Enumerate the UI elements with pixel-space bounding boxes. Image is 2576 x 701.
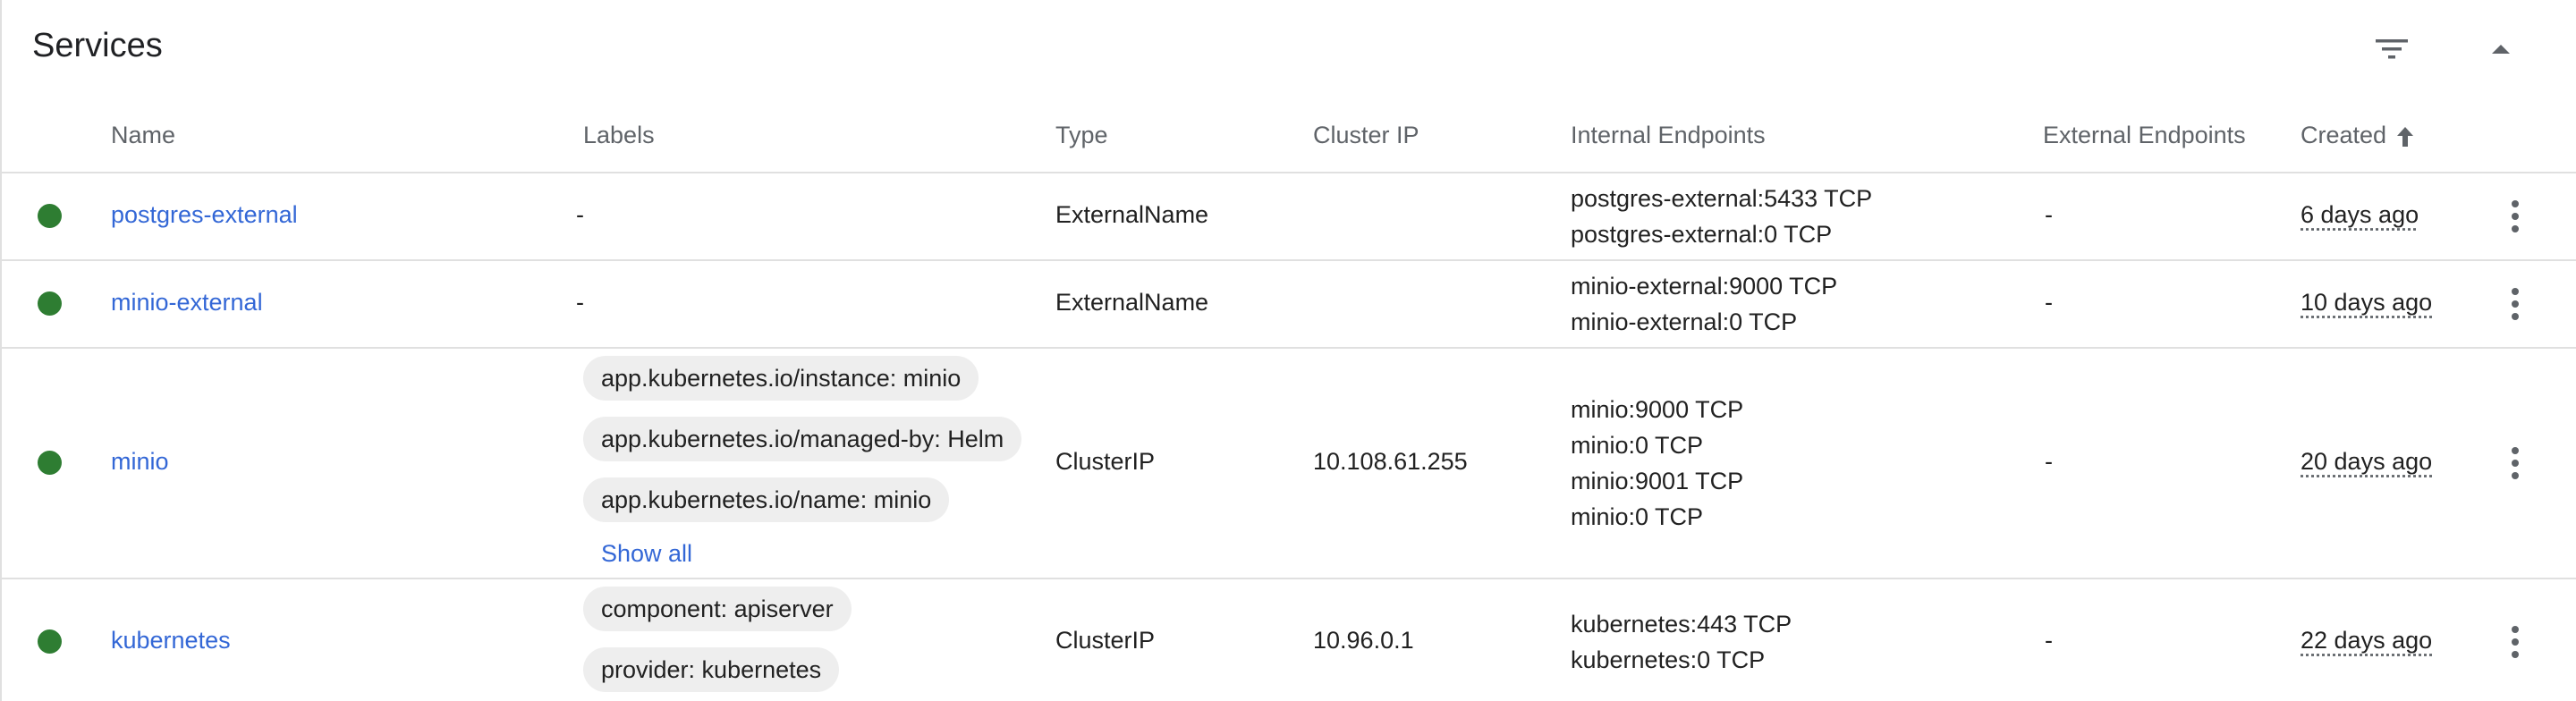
status-ok-icon [38, 629, 62, 654]
label-chip: provider: kubernetes [583, 647, 840, 692]
created-cell: 10 days ago [2301, 289, 2433, 316]
type-cell: ExternalName [1055, 201, 1209, 228]
label-chip: app.kubernetes.io/name: minio [583, 477, 950, 522]
endpoint: kubernetes:0 TCP [1571, 646, 1766, 673]
table-row: kubernetes component: apiserver provider… [2, 579, 2576, 701]
column-header-external-endpoints: External Endpoints [2043, 122, 2246, 148]
label-chip: app.kubernetes.io/managed-by: Helm [583, 417, 1022, 461]
external-endpoints-cell: - [2045, 289, 2053, 316]
labels-cell: - [576, 289, 584, 316]
label-chip: component: apiserver [583, 587, 852, 631]
type-cell: ClusterIP [1055, 448, 1156, 475]
internal-endpoints-cell: minio:9000 TCP minio:0 TCP minio:9001 TC… [1571, 392, 1743, 535]
table-row: postgres-external - ExternalName postgre… [2, 173, 2576, 259]
arrow-upward-icon [2397, 126, 2414, 147]
table-row: minio-external - ExternalName minio-exte… [2, 261, 2576, 347]
column-header-cluster-ip: Cluster IP [1313, 122, 1419, 148]
service-name-link[interactable]: minio-external [111, 289, 263, 317]
internal-endpoints-cell: minio-external:9000 TCP minio-external:0… [1571, 268, 1837, 340]
column-header-internal-endpoints: Internal Endpoints [1571, 122, 1766, 148]
endpoint: kubernetes:443 TCP [1571, 611, 1792, 638]
cluster-ip-cell: 10.108.61.255 [1313, 448, 1468, 475]
endpoint: minio-external:0 TCP [1571, 308, 1798, 335]
more-vert-icon[interactable] [2502, 198, 2529, 234]
column-header-type[interactable]: Type [1055, 122, 1108, 149]
column-header-labels: Labels [583, 122, 655, 148]
service-name-link[interactable]: kubernetes [111, 627, 231, 655]
endpoint: minio:0 TCP [1571, 432, 1704, 459]
endpoint: minio:9001 TCP [1571, 468, 1744, 494]
endpoint: postgres-external:0 TCP [1571, 221, 1833, 248]
status-ok-icon [38, 291, 62, 316]
filter-icon[interactable] [2374, 36, 2410, 63]
service-name-link[interactable]: postgres-external [111, 201, 298, 229]
internal-endpoints-cell: kubernetes:443 TCP kubernetes:0 TCP [1571, 606, 1792, 678]
column-header-name[interactable]: Name [111, 122, 175, 149]
table-row: minio app.kubernetes.io/instance: minio … [2, 349, 2576, 578]
status-ok-icon [38, 451, 62, 475]
services-card: Services Name Labels Type Cluster IP Int… [0, 0, 2576, 701]
created-cell: 20 days ago [2301, 448, 2433, 475]
type-cell: ExternalName [1055, 289, 1209, 316]
external-endpoints-cell: - [2045, 201, 2053, 228]
created-cell: 22 days ago [2301, 627, 2433, 654]
external-endpoints-cell: - [2045, 627, 2053, 654]
endpoint: minio:9000 TCP [1571, 396, 1744, 423]
more-vert-icon[interactable] [2502, 445, 2529, 481]
card-title: Services [32, 27, 163, 64]
chevron-up-icon[interactable] [2483, 36, 2519, 63]
external-endpoints-cell: - [2045, 448, 2053, 475]
created-cell: 6 days ago [2301, 201, 2419, 228]
more-vert-icon[interactable] [2502, 286, 2529, 322]
label-chip: app.kubernetes.io/instance: minio [583, 356, 979, 401]
internal-endpoints-cell: postgres-external:5433 TCP postgres-exte… [1571, 181, 1872, 252]
show-all-link[interactable]: Show all [601, 540, 692, 568]
endpoint: postgres-external:5433 TCP [1571, 185, 1873, 212]
status-ok-icon [38, 204, 62, 228]
cluster-ip-cell: 10.96.0.1 [1313, 627, 1414, 654]
column-header-created[interactable]: Created [2301, 122, 2415, 149]
type-cell: ClusterIP [1055, 627, 1156, 654]
column-header-created-label: Created [2301, 122, 2387, 148]
endpoint: minio:0 TCP [1571, 503, 1704, 530]
endpoint: minio-external:9000 TCP [1571, 273, 1838, 300]
more-vert-icon[interactable] [2502, 624, 2529, 660]
service-name-link[interactable]: minio [111, 448, 169, 476]
labels-cell: - [576, 201, 584, 228]
